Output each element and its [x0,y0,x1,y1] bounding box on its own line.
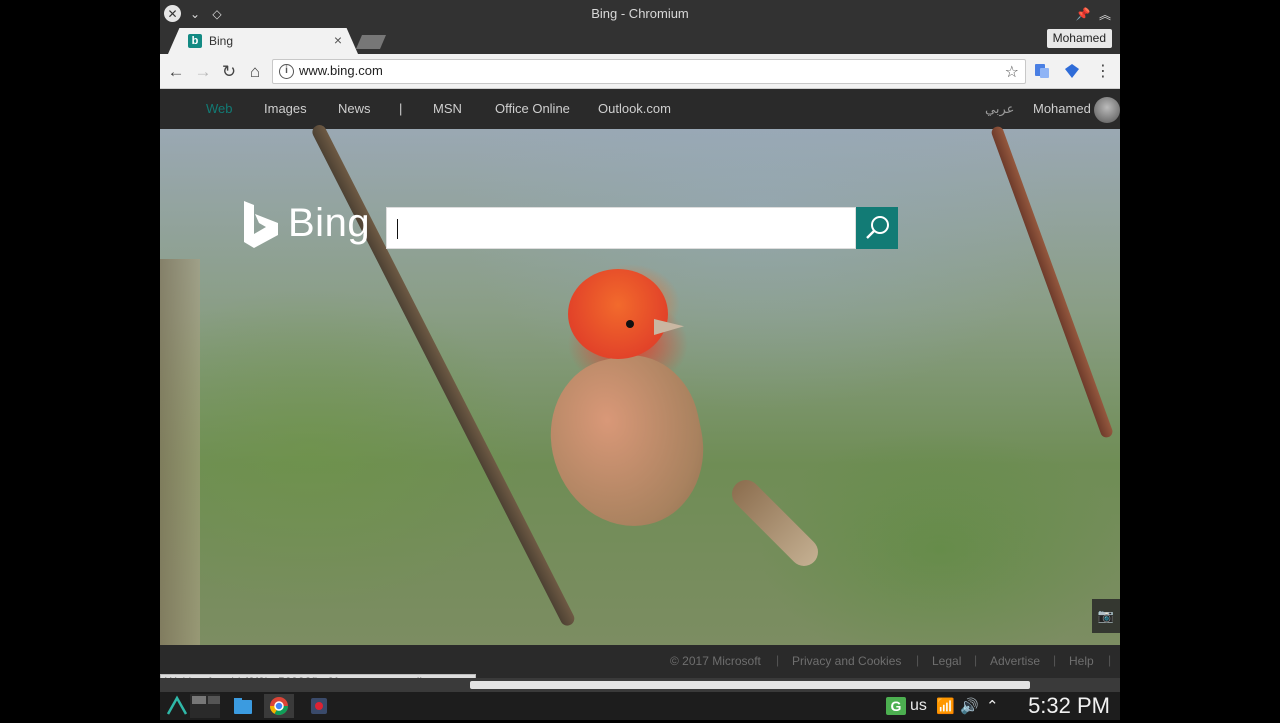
footer-advertise-link[interactable]: Advertise [990,654,1040,668]
reload-icon[interactable]: ↻ [218,61,240,83]
bird-body [535,343,719,541]
footer-separator: | [1053,653,1057,667]
wifi-icon[interactable]: 📶 [936,697,955,715]
footer-separator: | [916,653,920,667]
taskbar: G us 📶 🔊 ⌃ 5:32 PM [160,692,1120,720]
hero-background-image: Bing 📷 [160,122,1120,659]
footer-separator: | [974,653,978,667]
site-info-icon[interactable]: i [279,64,294,79]
bookmark-star-icon[interactable]: ☆ [1005,62,1019,82]
tray-expand-icon[interactable]: ⌃ [986,697,999,715]
user-avatar[interactable] [1094,97,1120,123]
footer-privacy-link[interactable]: Privacy and Cookies [792,654,901,668]
nav-images[interactable]: Images [264,101,307,116]
nav-news[interactable]: News [338,101,371,116]
footer-separator: | [776,653,780,667]
bing-favicon-icon: b [188,34,202,48]
address-bar[interactable]: i ☆ [272,59,1026,84]
footer-separator: | [1108,653,1112,667]
background-branch [160,259,200,659]
nav-user-name[interactable]: Mohamed [1033,101,1091,116]
clock[interactable]: 5:32 PM [1028,693,1110,719]
bing-top-nav: Web Images News | MSN Office Online Outl… [160,89,1120,129]
screen-recorder-icon[interactable] [304,694,334,718]
footer-legal-link[interactable]: Legal [932,654,961,668]
title-bar: ✕ ⌄ ◇ Bing - Chromium 📌 ︽ [160,0,1120,28]
footer-copyright: © 2017 Microsoft [670,654,761,668]
background-branch [310,122,577,628]
search-icon [866,216,889,239]
forward-arrow-icon[interactable]: → [192,61,214,83]
back-arrow-icon[interactable]: ← [165,61,187,83]
nav-office-online[interactable]: Office Online [495,101,570,116]
extension-shield-icon[interactable] [1064,63,1080,79]
url-input[interactable] [299,63,979,78]
camera-icon[interactable]: 📷 [1092,599,1120,633]
tab-label: Bing [209,34,234,48]
desktop-screen: ✕ ⌄ ◇ Bing - Chromium 📌 ︽ b Bing × Moham… [0,0,1280,720]
home-icon[interactable]: ⌂ [244,61,266,83]
volume-icon[interactable]: 🔊 [960,697,979,715]
bing-logo-text: Bing [288,201,371,245]
text-caret [397,219,398,239]
scrollbar-thumb[interactable] [470,681,1030,689]
search-box[interactable] [386,207,856,249]
translate-extension-icon[interactable] [1034,63,1050,79]
background-branch [990,124,1115,440]
search-button[interactable] [856,207,898,249]
svg-text:G: G [891,698,902,714]
bird-tail [726,474,824,572]
new-tab-button[interactable] [356,35,386,49]
bird-head [568,269,668,359]
bird-eye [626,320,634,328]
browser-toolbar: ← → ↻ ⌂ i ☆ ⋮ [160,54,1120,89]
workspace-2 [208,696,220,704]
nav-msn[interactable]: MSN [433,101,462,116]
file-manager-icon[interactable] [228,694,258,718]
maximize-icon[interactable]: ︽ [1096,5,1114,23]
tab-close-icon[interactable]: × [334,32,342,48]
tab-bing[interactable]: b Bing × [168,28,358,54]
grammarly-g-icon[interactable]: G [886,697,906,715]
workspace-1 [192,696,206,704]
web-page: Web Images News | MSN Office Online Outl… [160,89,1120,681]
keyboard-layout[interactable]: us [910,697,927,715]
browser-menu-icon[interactable]: ⋮ [1092,61,1114,83]
profile-button[interactable]: Mohamed [1046,29,1112,48]
taskbar-chromium[interactable] [264,694,294,718]
window-title: Bing - Chromium [591,6,689,21]
nav-language[interactable]: عربي [985,101,1014,117]
nav-separator: | [399,101,403,116]
nav-web[interactable]: Web [206,101,233,116]
chromium-icon [270,697,288,716]
nav-outlook[interactable]: Outlook.com [598,101,671,116]
browser-window: ✕ ⌄ ◇ Bing - Chromium 📌 ︽ b Bing × Moham… [160,0,1120,692]
pin-icon[interactable]: 📌 [1074,5,1092,23]
bird-beak [654,319,684,335]
pager-workspaces[interactable] [190,694,220,718]
horizontal-scrollbar[interactable] [160,678,1120,692]
footer-help-link[interactable]: Help [1069,654,1094,668]
app-launcher-icon[interactable] [162,694,192,718]
search-input[interactable] [395,214,847,242]
bing-b-logo-icon [244,201,278,248]
tab-strip: b Bing × Mohamed [160,28,1120,54]
